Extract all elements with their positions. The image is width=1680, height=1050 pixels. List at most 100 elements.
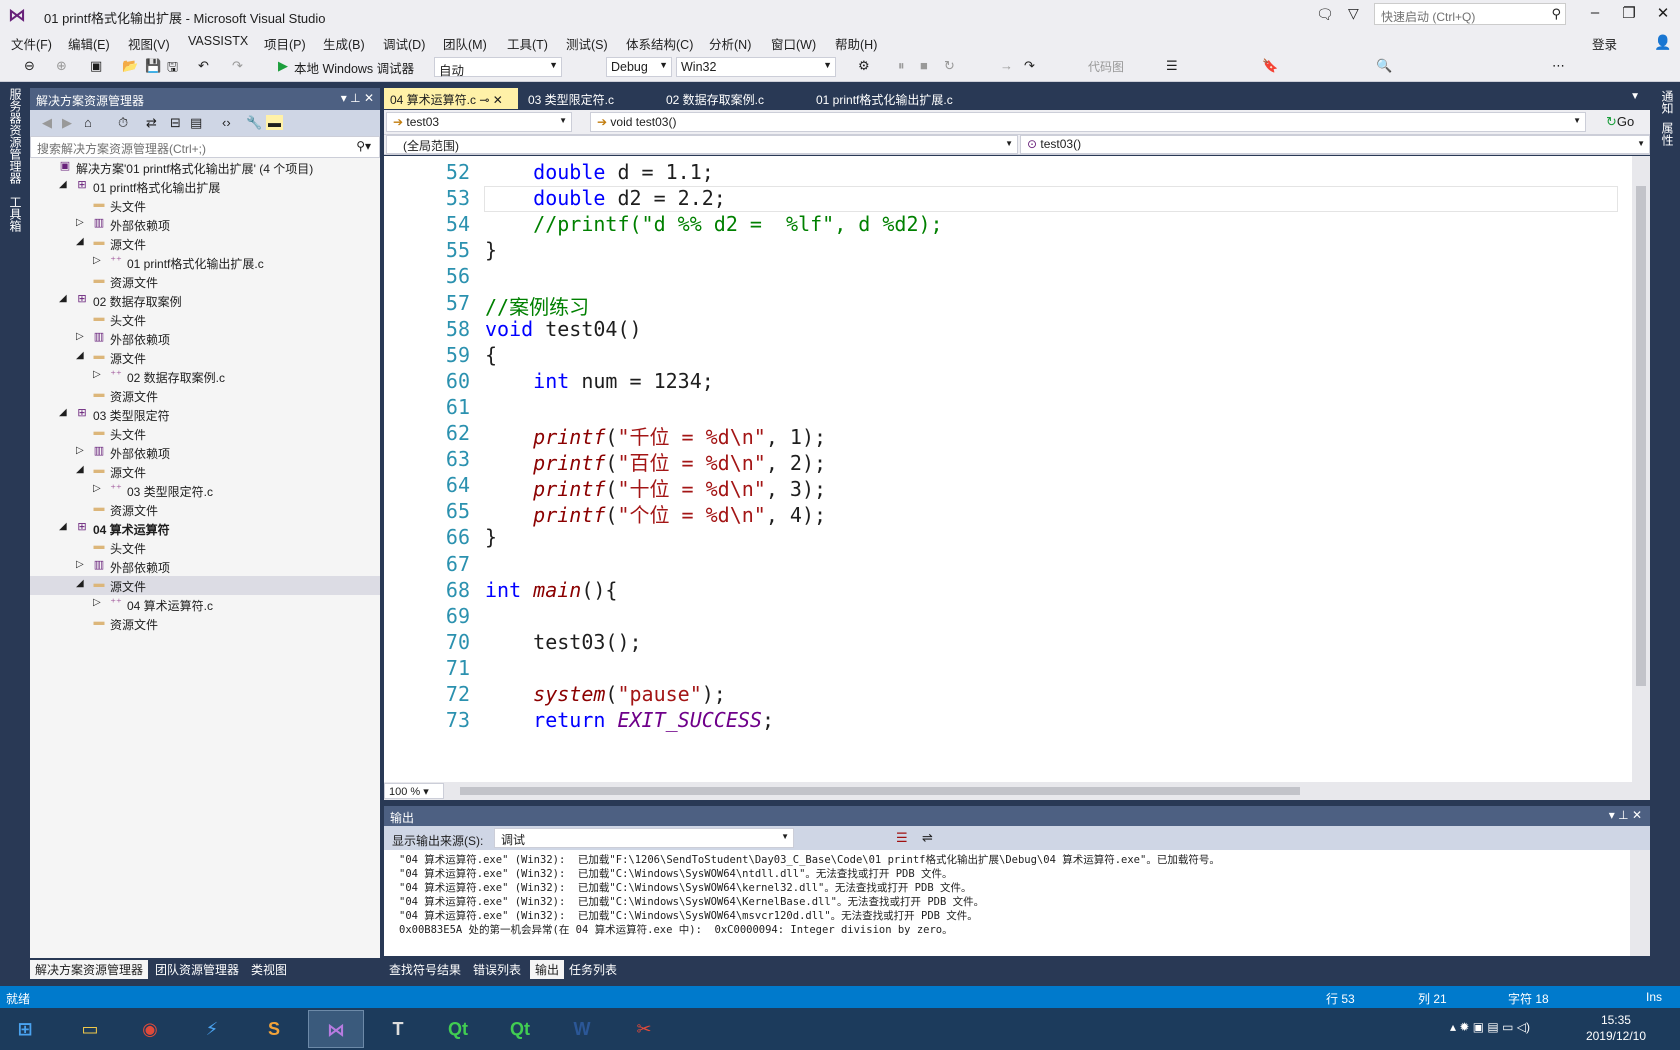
output-scrollbar[interactable] bbox=[1630, 850, 1650, 956]
scroll-thumb[interactable] bbox=[1636, 186, 1646, 686]
code-line[interactable]: printf("百位 = %d\n", 2); bbox=[485, 447, 826, 476]
restart-icon[interactable]: ↻ bbox=[944, 58, 955, 74]
go-button[interactable]: ↻Go bbox=[1606, 114, 1634, 130]
tab-task-list[interactable]: 任务列表 bbox=[564, 960, 622, 979]
find-icon[interactable]: 🔍 bbox=[1376, 58, 1392, 74]
user-avatar-icon[interactable]: 👤 bbox=[1654, 34, 1671, 51]
menu-help[interactable]: 帮助(H) bbox=[835, 34, 877, 53]
expand-arrow-icon[interactable]: ▷ bbox=[93, 597, 101, 608]
home-icon[interactable]: ⌂ bbox=[84, 115, 92, 130]
clear-all-icon[interactable]: ☰ bbox=[896, 830, 908, 846]
code-map-button[interactable]: 代码图 bbox=[1088, 58, 1124, 75]
collapse-arrow-icon[interactable]: ◢ bbox=[76, 464, 84, 475]
close-tab-icon[interactable]: ✕ bbox=[493, 93, 503, 107]
snipping-tool-icon[interactable]: ✂ bbox=[616, 1010, 672, 1048]
expand-arrow-icon[interactable]: ▷ bbox=[76, 559, 84, 570]
thunder-icon[interactable]: ⚡ bbox=[184, 1010, 240, 1048]
system-tray-icons[interactable]: ▴ ✹ ▣ ▤ ▭ ◁) bbox=[1450, 1020, 1530, 1034]
pane-controls[interactable]: ▾ ⊥ ✕ bbox=[1609, 808, 1642, 822]
tree-item[interactable]: ◢ ▬ 源文件 bbox=[30, 348, 380, 367]
qt-designer-icon[interactable]: Qt bbox=[492, 1010, 548, 1048]
code-line[interactable]: printf("十位 = %d\n", 3); bbox=[485, 473, 826, 502]
preview-icon[interactable]: ▬ bbox=[266, 115, 283, 130]
bookmark-icon[interactable]: 🔖 bbox=[1262, 58, 1278, 74]
forward-icon[interactable]: ▶ bbox=[62, 115, 72, 131]
menu-edit[interactable]: 编辑(E) bbox=[68, 34, 110, 53]
code-line[interactable]: test03(); bbox=[485, 630, 641, 654]
configuration-dropdown[interactable]: Debug ▼ bbox=[606, 57, 672, 77]
tree-item[interactable]: ◢ ▬ 源文件 bbox=[30, 576, 380, 595]
menu-file[interactable]: 文件(F) bbox=[11, 34, 52, 53]
tree-item[interactable]: ▬ 资源文件 bbox=[30, 614, 380, 633]
stop-icon[interactable]: ■ bbox=[920, 58, 928, 73]
open-file-icon[interactable]: 📂 bbox=[122, 58, 138, 74]
code-line[interactable]: double d2 = 2.2; bbox=[485, 186, 726, 210]
code-line[interactable]: } bbox=[485, 238, 497, 262]
tree-item[interactable]: ▷ ⁺⁺ 01 printf格式化输出扩展.c bbox=[30, 253, 380, 272]
tree-item[interactable]: ◢ ▬ 源文件 bbox=[30, 234, 380, 253]
tree-item[interactable]: ▷ ▥ 外部依赖项 bbox=[30, 215, 380, 234]
close-button[interactable]: ✕ bbox=[1648, 4, 1678, 22]
zoom-dropdown[interactable]: 100 % ▾ bbox=[384, 783, 444, 799]
collapse-all-icon[interactable]: ⊟ bbox=[170, 115, 181, 131]
back-icon[interactable]: ◀ bbox=[42, 115, 52, 131]
menu-analyze[interactable]: 分析(N) bbox=[709, 34, 751, 53]
start-button-icon[interactable]: ⊞ bbox=[0, 1010, 50, 1048]
tab-team-explorer[interactable]: 团队资源管理器 bbox=[150, 960, 244, 979]
attach-icon[interactable]: ⚙ bbox=[858, 58, 870, 74]
scope-dropdown[interactable]: (全局范围) ▼ bbox=[386, 135, 1018, 154]
tab-overflow-icon[interactable]: ▼ bbox=[1630, 91, 1640, 102]
clock[interactable]: 15:35 2019/12/10 bbox=[1586, 1012, 1646, 1044]
word-icon[interactable]: W bbox=[554, 1010, 610, 1048]
sync-icon[interactable]: ⇄ bbox=[146, 115, 157, 131]
horizontal-scroll-thumb[interactable] bbox=[460, 787, 1300, 795]
pin-icon[interactable]: ⊸ bbox=[479, 93, 489, 107]
view-code-icon[interactable]: ‹› bbox=[222, 115, 231, 130]
menu-test[interactable]: 测试(S) bbox=[566, 34, 608, 53]
tree-item[interactable]: ▣ 解决方案'01 printf格式化输出扩展' (4 个项目) bbox=[30, 158, 380, 177]
tree-item[interactable]: ▷ ⁺⁺ 03 类型限定符.c bbox=[30, 481, 380, 500]
maximize-button[interactable]: ❐ bbox=[1614, 4, 1644, 22]
output-text[interactable]: "04 算术运算符.exe" (Win32): 已加载"F:\1206\Send… bbox=[384, 850, 1630, 956]
tab-find-symbol-results[interactable]: 查找符号结果 bbox=[384, 960, 466, 979]
forward-icon[interactable]: ⊕ bbox=[56, 58, 67, 74]
step-over-icon[interactable]: ↷ bbox=[1024, 58, 1035, 74]
project-dropdown[interactable]: ➔ test03 ▼ bbox=[386, 112, 572, 132]
notifications-tab[interactable]: 通知 bbox=[1659, 90, 1676, 114]
tree-item[interactable]: ◢ ⊞ 01 printf格式化输出扩展 bbox=[30, 177, 380, 196]
code-line[interactable]: system("pause"); bbox=[485, 682, 726, 706]
start-debug-icon[interactable]: ▶ bbox=[278, 58, 288, 74]
code-line[interactable]: int num = 1234; bbox=[485, 369, 714, 393]
tree-item[interactable]: ▬ 头文件 bbox=[30, 424, 380, 443]
tree-item[interactable]: ▷ ▥ 外部依赖项 bbox=[30, 557, 380, 576]
menu-vassistx[interactable]: VASSISTX bbox=[188, 34, 248, 48]
tree-item[interactable]: ◢ ⊞ 04 算术运算符 bbox=[30, 519, 380, 538]
solution-config-auto-dropdown[interactable]: 自动 ▼ bbox=[434, 57, 562, 78]
toolbox-tab[interactable]: 工具箱 bbox=[7, 196, 24, 232]
code-editor[interactable]: 52 53 54 55 56 57 58 59 60 61 62 63 64 65 66 67 68 69 70 71… bbox=[384, 156, 1632, 782]
menu-tools[interactable]: 工具(T) bbox=[507, 34, 548, 53]
menu-debug[interactable]: 调试(D) bbox=[383, 34, 425, 53]
tab-error-list[interactable]: 错误列表 bbox=[468, 960, 526, 979]
output-source-dropdown[interactable]: 调试 ▼ bbox=[494, 828, 794, 848]
code-line[interactable]: { bbox=[485, 343, 497, 367]
menu-view[interactable]: 视图(V) bbox=[128, 34, 170, 53]
collapse-arrow-icon[interactable]: ◢ bbox=[59, 407, 67, 418]
tree-item[interactable]: ▬ 资源文件 bbox=[30, 272, 380, 291]
back-icon[interactable]: ⊖ bbox=[24, 58, 35, 74]
tree-item[interactable]: ▬ 头文件 bbox=[30, 310, 380, 329]
tab-03-type-qualifiers[interactable]: 03 类型限定符.c bbox=[522, 88, 620, 109]
tab-04-arithmetic[interactable]: 04 算术运算符.c ⊸ ✕ bbox=[384, 88, 518, 109]
show-all-files-icon[interactable]: ▤ bbox=[190, 115, 202, 131]
save-all-icon[interactable]: 🖫 bbox=[167, 58, 178, 80]
step-into-icon[interactable]: → bbox=[1000, 58, 1013, 73]
start-debugger-button[interactable]: 本地 Windows 调试器 bbox=[294, 58, 414, 77]
save-icon[interactable]: 💾 bbox=[145, 58, 161, 74]
file-explorer-icon[interactable]: ▭ bbox=[62, 1010, 118, 1048]
code-line[interactable]: } bbox=[485, 525, 497, 549]
notification-icon[interactable]: 🗨 bbox=[1316, 6, 1334, 23]
collapse-arrow-icon[interactable]: ◢ bbox=[59, 293, 67, 304]
collapse-arrow-icon[interactable]: ◢ bbox=[59, 179, 67, 190]
menu-team[interactable]: 团队(M) bbox=[443, 34, 487, 53]
tree-item[interactable]: ◢ ▬ 源文件 bbox=[30, 462, 380, 481]
